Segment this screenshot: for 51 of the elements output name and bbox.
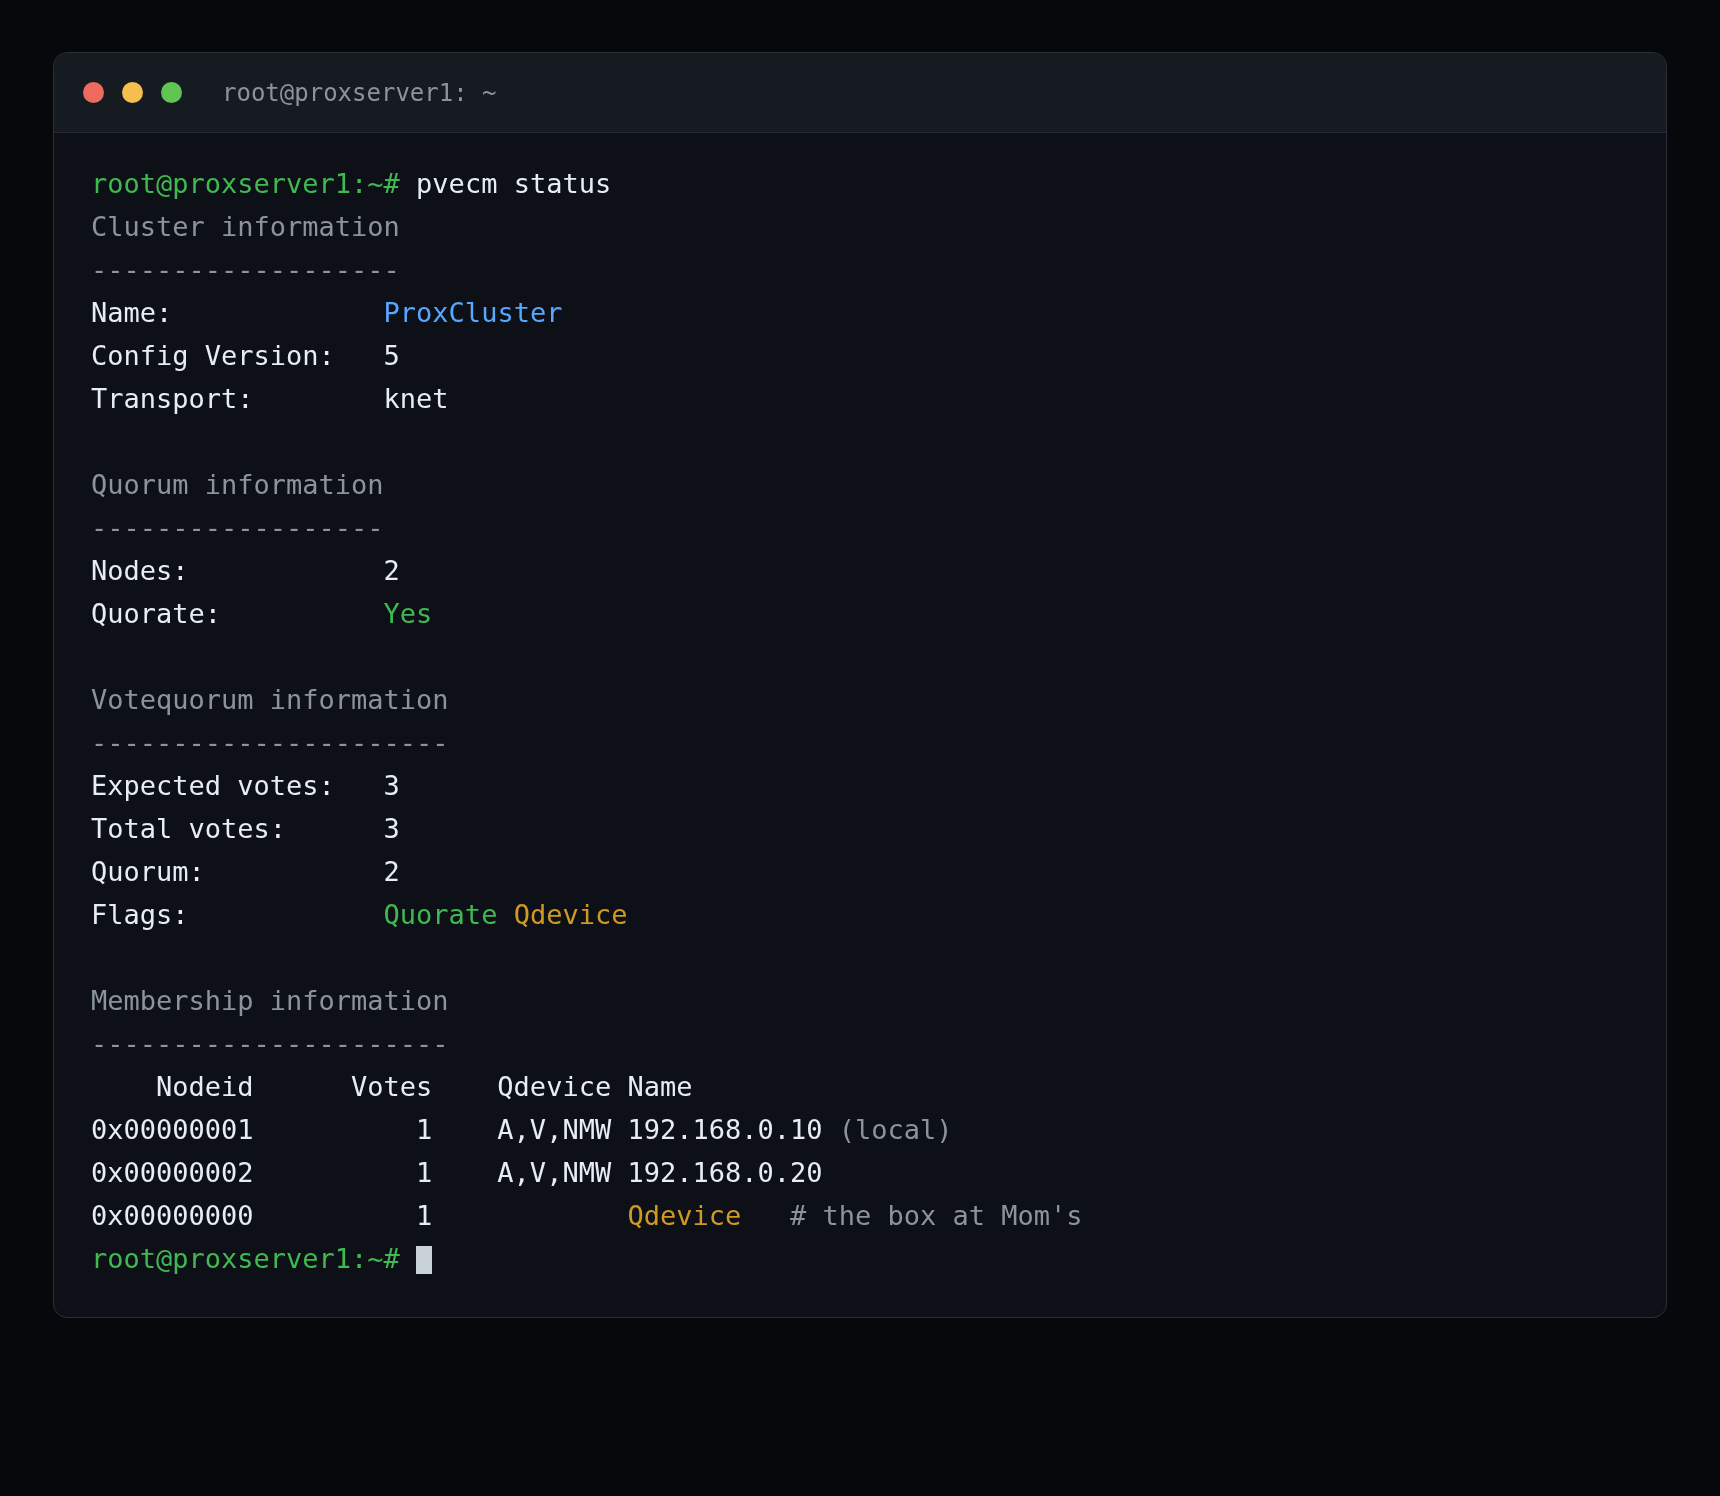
column-header: Name xyxy=(627,1070,693,1105)
field-label: Config Version: xyxy=(91,340,335,372)
field-value: ProxCluster xyxy=(383,296,563,331)
field-value: 3 xyxy=(383,812,400,847)
table-cell-text: 1 xyxy=(416,1199,433,1234)
table-cell: 0x00000001 xyxy=(91,1114,254,1146)
section-heading: Membership information xyxy=(91,984,449,1019)
table-cell: 0x00000000 xyxy=(91,1200,254,1232)
field-value: 2 xyxy=(383,554,400,589)
field-label: Flags: xyxy=(91,899,189,931)
field-label: Name: xyxy=(91,297,173,329)
section-rule: ------------------ xyxy=(91,511,384,546)
field-label: Quorate: xyxy=(91,598,222,630)
shell-prompt: root@proxserver1:~# xyxy=(91,167,400,202)
table-cell-text: Qdevice xyxy=(627,1199,742,1234)
minimize-button[interactable] xyxy=(122,82,143,103)
table-cell-text: 1 xyxy=(416,1113,433,1148)
table-cell-text: 1 xyxy=(416,1156,433,1191)
field-value: 3 xyxy=(383,769,400,804)
column-header: Qdevice xyxy=(497,1070,612,1105)
field-label: Quorum: xyxy=(91,856,205,888)
shell-prompt: root@proxserver1:~# xyxy=(91,1242,400,1277)
field-value: Quorate xyxy=(383,898,498,933)
table-cell-text: A,V,NMW xyxy=(497,1113,612,1148)
maximize-button[interactable] xyxy=(161,82,182,103)
section-rule: ------------------- xyxy=(91,253,400,288)
table-cell-text: 192.168.0.20 xyxy=(627,1156,823,1191)
section-rule: ---------------------- xyxy=(91,726,449,761)
field-label: Nodes: xyxy=(91,555,189,587)
section-heading: Quorum information xyxy=(91,468,384,503)
field-value: Qdevice xyxy=(513,898,628,933)
table-cell: 0x00000002 xyxy=(91,1157,254,1189)
field-value: 2 xyxy=(383,855,400,890)
field-value: knet xyxy=(383,382,449,417)
field-label: Expected votes: xyxy=(91,770,335,802)
field-value: 5 xyxy=(383,339,400,374)
section-rule: ---------------------- xyxy=(91,1027,449,1062)
command-text: pvecm status xyxy=(416,167,612,202)
table-cell-text: 192.168.0.10 xyxy=(627,1113,823,1148)
field-label: Transport: xyxy=(91,383,254,415)
column-header: Nodeid xyxy=(156,1070,254,1105)
section-heading: Votequorum information xyxy=(91,683,449,718)
section-heading: Cluster information xyxy=(91,210,400,245)
window-title: root@proxserver1: ~ xyxy=(222,77,497,109)
column-header: Votes xyxy=(351,1070,433,1105)
close-button[interactable] xyxy=(83,82,104,103)
field-value: Yes xyxy=(383,597,433,632)
field-label: Total votes: xyxy=(91,813,287,845)
note-text: (local) xyxy=(838,1113,953,1148)
table-cell-text: A,V,NMW xyxy=(497,1156,612,1191)
comment-text: # the box at Mom's xyxy=(789,1199,1083,1234)
